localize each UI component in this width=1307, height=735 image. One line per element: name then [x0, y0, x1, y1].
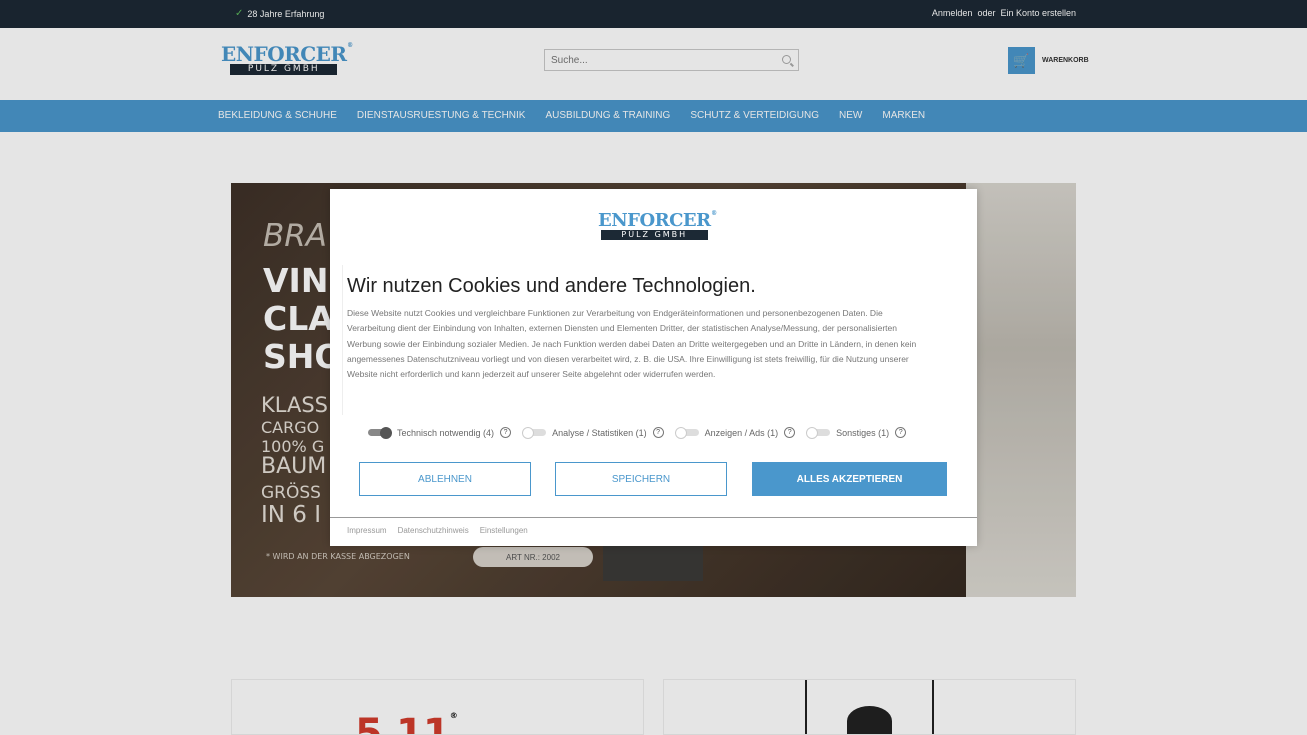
- toggle-switch-icon[interactable]: [522, 427, 547, 439]
- toggle-analyse[interactable]: Analyse / Statistiken (1) ?: [522, 427, 664, 439]
- toggle-technisch[interactable]: Technisch notwendig (4) ?: [368, 427, 512, 439]
- toggle-label: Sonstiges (1): [836, 427, 890, 438]
- help-icon[interactable]: ?: [895, 427, 907, 438]
- help-icon[interactable]: ?: [652, 427, 664, 438]
- privacy-link[interactable]: Datenschutzhinweis: [398, 526, 469, 535]
- toggle-label: Anzeigen / Ads (1): [704, 427, 779, 438]
- toggle-label: Technisch notwendig (4): [397, 427, 495, 438]
- cookie-consent-dialog: ENFORCER ® PÜLZ GMBH Wir nutzen Cookies u…: [330, 189, 977, 546]
- dialog-description: Diese Website nutzt Cookies und vergleic…: [347, 308, 917, 380]
- dialog-logo-subtitle: PÜLZ GMBH: [600, 230, 708, 240]
- toggle-switch-icon[interactable]: [368, 427, 392, 439]
- toggle-label: Analyse / Statistiken (1): [552, 427, 647, 438]
- help-icon[interactable]: ?: [784, 427, 796, 438]
- dialog-footer-links: Impressum Datenschutzhinweis Einstellung…: [347, 526, 528, 535]
- dialog-divider: [330, 517, 977, 518]
- accept-all-button[interactable]: ALLES AKZEPTIEREN: [752, 462, 947, 496]
- toggle-switch-icon[interactable]: [674, 427, 699, 439]
- decline-button[interactable]: ABLEHNEN: [359, 462, 531, 496]
- toggle-sonstiges[interactable]: Sonstiges (1) ?: [806, 427, 907, 439]
- save-button[interactable]: SPEICHERN: [555, 462, 727, 496]
- impressum-link[interactable]: Impressum: [347, 526, 387, 535]
- dialog-logo-wordmark: ENFORCER ®: [598, 210, 717, 231]
- dialog-logo: ENFORCER ® PÜLZ GMBH: [598, 210, 717, 240]
- toggle-switch-icon[interactable]: [806, 427, 831, 439]
- settings-link[interactable]: Einstellungen: [480, 526, 528, 535]
- consent-toggles: Technisch notwendig (4) ? Analyse / Stat…: [368, 427, 907, 439]
- toggle-anzeigen[interactable]: Anzeigen / Ads (1) ?: [674, 427, 796, 439]
- dialog-title: Wir nutzen Cookies und andere Technologi…: [347, 275, 756, 297]
- help-icon[interactable]: ?: [500, 427, 512, 438]
